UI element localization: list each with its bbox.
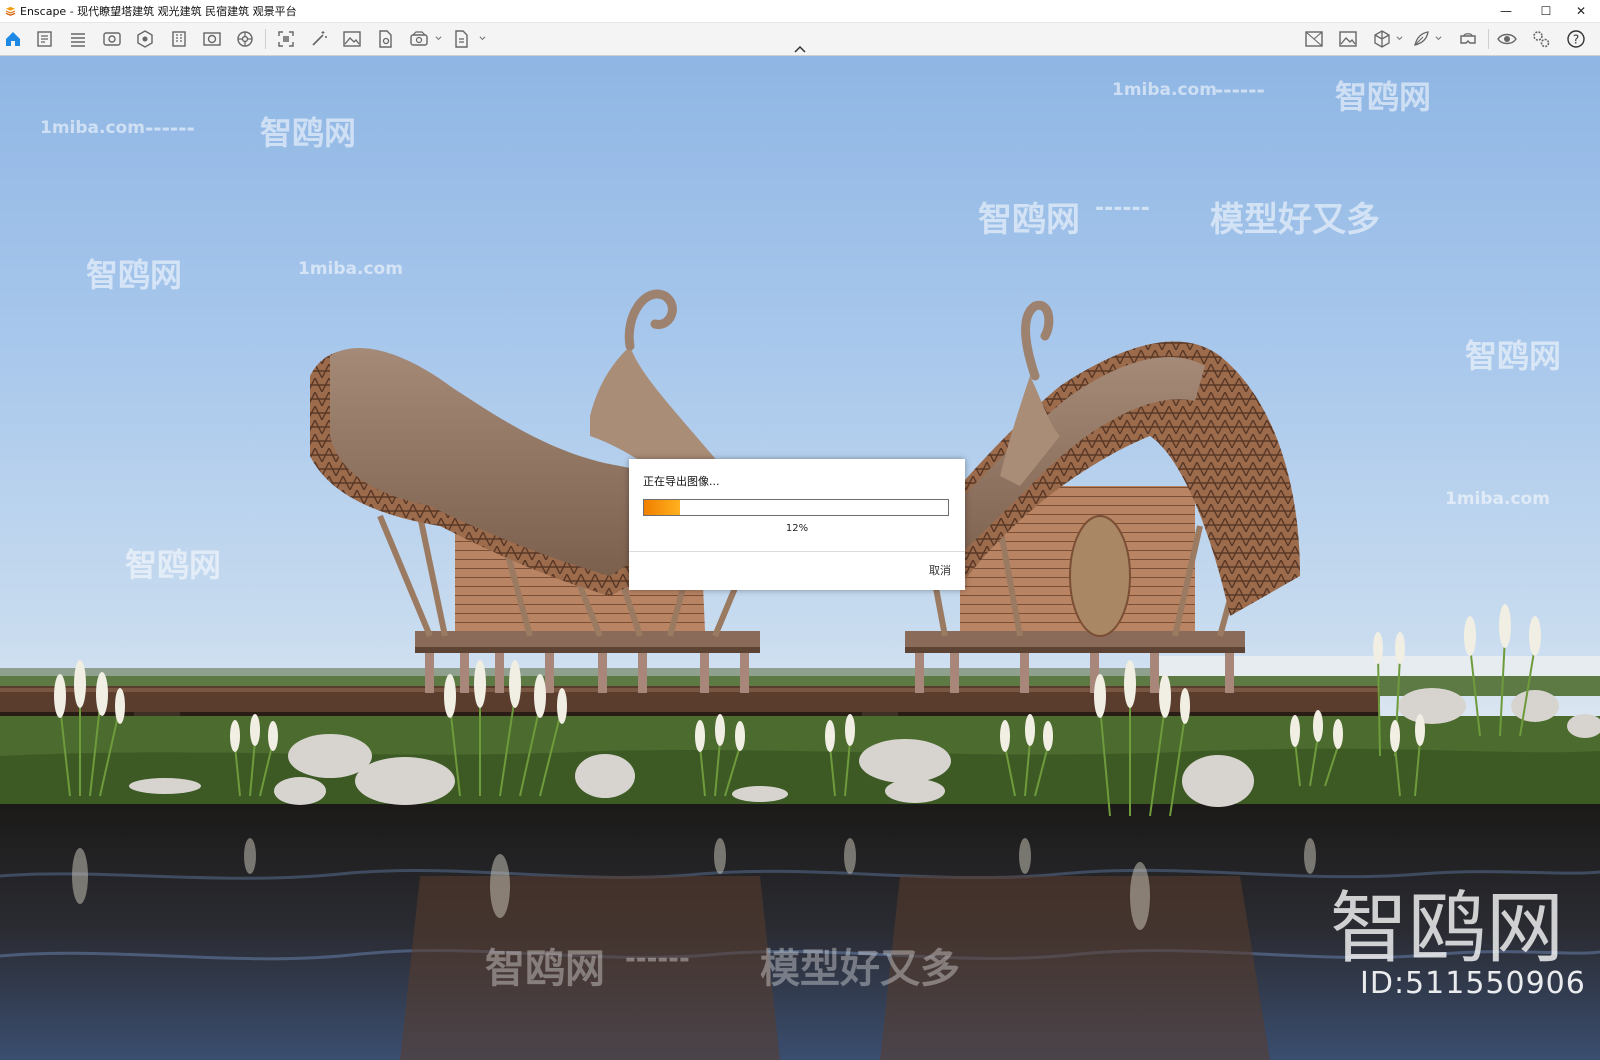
screenshot-button[interactable] (275, 28, 297, 50)
map-button[interactable] (1303, 28, 1325, 50)
camera-view-icon (103, 32, 121, 46)
close-button[interactable]: ✕ (1562, 0, 1600, 22)
visibility-button[interactable] (1496, 28, 1518, 50)
sketch-icon (37, 31, 52, 47)
help-button[interactable]: ? (1565, 28, 1587, 50)
image-icon (1339, 31, 1357, 47)
watermark-slogan: 模型好又多 (760, 946, 960, 992)
maximize-button[interactable]: ☐ (1526, 0, 1566, 22)
image-button[interactable] (1337, 28, 1359, 50)
building-icon (172, 31, 186, 47)
chevron-down-icon[interactable] (479, 35, 486, 42)
watermark-brand: 智鸥网 (978, 200, 1080, 240)
settings-button[interactable] (1530, 28, 1552, 50)
watermark-brand: 智鸥网 (1465, 337, 1562, 375)
document-export-button[interactable] (374, 28, 396, 50)
chevron-down-icon[interactable] (1435, 35, 1442, 42)
screenshot-icon (278, 31, 294, 47)
asset-icon (137, 30, 153, 48)
feather-button[interactable] (1410, 28, 1432, 50)
asset-button[interactable] (134, 28, 156, 50)
panorama-button[interactable] (408, 28, 430, 50)
material-icon (203, 32, 221, 46)
dialog-divider (629, 551, 965, 552)
camera-view-button[interactable] (101, 28, 123, 50)
minimize-button[interactable]: — (1486, 0, 1526, 22)
watermark-brand: 智鸥网 (125, 546, 222, 584)
toolbar-separator (1488, 29, 1489, 49)
watermark-dashes: ------ (625, 944, 690, 974)
image-export-button[interactable] (341, 28, 363, 50)
watermark-brand: 智鸥网 (1335, 78, 1432, 116)
batch-export-icon (455, 30, 468, 48)
watermark-slogan: 模型好又多 (1210, 200, 1380, 240)
material-button[interactable] (201, 28, 223, 50)
watermark-domain: 1miba.com (1445, 489, 1550, 509)
document-export-icon (379, 30, 392, 48)
vr-headset-icon (1460, 33, 1476, 44)
building-button[interactable] (168, 28, 190, 50)
watermark-brand: 智鸥网 (260, 114, 357, 152)
help-icon: ? (1567, 30, 1585, 48)
export-progress-dialog: 正在导出图像... 12% 取消 (629, 459, 965, 590)
settings-wheel-icon (237, 31, 253, 47)
watermark-brand: 智鸥网 (86, 256, 183, 294)
window-title: Enscape - 现代瞭望塔建筑 观光建筑 民宿建筑 观景平台 (20, 5, 297, 18)
batch-export-button[interactable] (450, 28, 472, 50)
watermark-dashes: ------ (1095, 196, 1150, 221)
map-icon (1305, 31, 1323, 47)
svg-text:?: ? (1573, 33, 1579, 47)
progress-bar (643, 499, 949, 516)
magic-wand-button[interactable] (308, 28, 330, 50)
watermark-dashes: ------ (145, 116, 195, 140)
bim-icon (71, 33, 85, 47)
watermark-dashes: ------ (1215, 78, 1265, 102)
sketch-button[interactable] (34, 28, 56, 50)
watermark-id: ID:511550906 (1360, 966, 1586, 1001)
chevron-down-icon[interactable] (1396, 35, 1403, 42)
progress-percent-label: 12% (785, 523, 809, 534)
enscape-logo-icon (5, 6, 16, 16)
gears-icon (1533, 31, 1550, 48)
title-bar: Enscape - 现代瞭望塔建筑 观光建筑 民宿建筑 观景平台 — ☐ ✕ (0, 0, 1600, 23)
watermark-domain: 1miba.com (298, 259, 403, 279)
chevron-down-icon[interactable] (435, 35, 442, 42)
feather-icon (1414, 31, 1429, 46)
progress-bar-fill (644, 500, 681, 515)
cube-icon (1374, 30, 1390, 48)
watermark-brand: 智鸥网 (485, 946, 605, 992)
image-export-icon (343, 31, 361, 47)
home-icon (6, 32, 20, 46)
dialog-title: 正在导出图像... (643, 475, 720, 488)
toolbar-separator (265, 29, 266, 49)
watermark-domain: 1miba.com (40, 118, 145, 138)
collapse-toolbar-icon[interactable] (792, 44, 808, 54)
home-button[interactable] (2, 28, 24, 50)
watermark-domain: 1miba.com (1112, 80, 1217, 100)
eye-icon (1497, 33, 1517, 45)
watermark-brand-large: 智鸥网 (1330, 884, 1565, 974)
cube-button[interactable] (1371, 28, 1393, 50)
vr-headset-button[interactable] (1457, 28, 1479, 50)
settings-wheel-button[interactable] (234, 28, 256, 50)
magic-wand-icon (312, 31, 327, 46)
panorama-icon (410, 31, 428, 46)
bim-button[interactable] (67, 28, 89, 50)
cancel-button[interactable]: 取消 (907, 559, 951, 581)
